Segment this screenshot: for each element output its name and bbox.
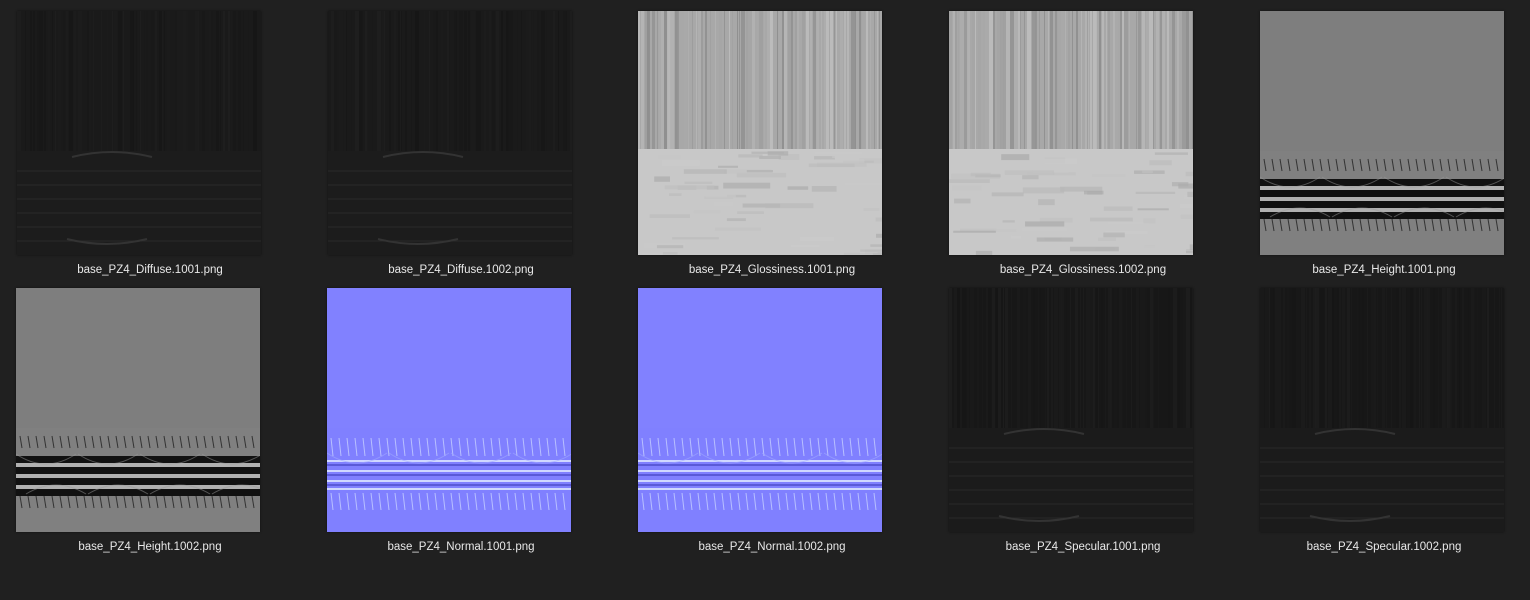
file-item-glossiness-1002[interactable]: base_PZ4_Glossiness.1002.png xyxy=(933,11,1233,281)
texture-thumbnail[interactable] xyxy=(949,288,1193,532)
file-name[interactable]: base_PZ4_Normal.1001.png xyxy=(311,541,611,553)
file-name[interactable]: base_PZ4_Diffuse.1002.png xyxy=(311,264,611,276)
file-name[interactable]: base_PZ4_Height.1002.png xyxy=(0,541,300,553)
file-item-normal-1002[interactable]: base_PZ4_Normal.1002.png xyxy=(622,288,922,558)
texture-thumbnail[interactable] xyxy=(949,11,1193,255)
file-name[interactable]: base_PZ4_Glossiness.1001.png xyxy=(622,264,922,276)
texture-thumbnail[interactable] xyxy=(638,11,882,255)
texture-thumbnail[interactable] xyxy=(638,288,882,532)
file-name[interactable]: base_PZ4_Glossiness.1002.png xyxy=(933,264,1233,276)
texture-thumbnail[interactable] xyxy=(16,288,260,532)
file-name[interactable]: base_PZ4_Height.1001.png xyxy=(1234,264,1530,276)
file-name[interactable]: base_PZ4_Normal.1002.png xyxy=(622,541,922,553)
file-item-normal-1001[interactable]: base_PZ4_Normal.1001.png xyxy=(311,288,611,558)
file-item-specular-1001[interactable]: base_PZ4_Specular.1001.png xyxy=(933,288,1233,558)
file-item-height-1002[interactable]: base_PZ4_Height.1002.png xyxy=(0,288,300,558)
texture-thumbnail[interactable] xyxy=(1260,11,1504,255)
file-thumbnail-grid: base_PZ4_Diffuse.1001.png base_PZ4_Diffu… xyxy=(0,0,1530,600)
file-item-height-1001[interactable]: base_PZ4_Height.1001.png xyxy=(1234,11,1530,281)
file-name[interactable]: base_PZ4_Specular.1002.png xyxy=(1234,541,1530,553)
file-name[interactable]: base_PZ4_Specular.1001.png xyxy=(933,541,1233,553)
texture-thumbnail[interactable] xyxy=(17,11,261,255)
texture-thumbnail[interactable] xyxy=(1260,288,1504,532)
texture-thumbnail[interactable] xyxy=(327,288,571,532)
file-item-diffuse-1001[interactable]: base_PZ4_Diffuse.1001.png xyxy=(0,11,300,281)
file-item-diffuse-1002[interactable]: base_PZ4_Diffuse.1002.png xyxy=(311,11,611,281)
file-item-glossiness-1001[interactable]: base_PZ4_Glossiness.1001.png xyxy=(622,11,922,281)
file-item-specular-1002[interactable]: base_PZ4_Specular.1002.png xyxy=(1234,288,1530,558)
file-name[interactable]: base_PZ4_Diffuse.1001.png xyxy=(0,264,300,276)
texture-thumbnail[interactable] xyxy=(328,11,572,255)
